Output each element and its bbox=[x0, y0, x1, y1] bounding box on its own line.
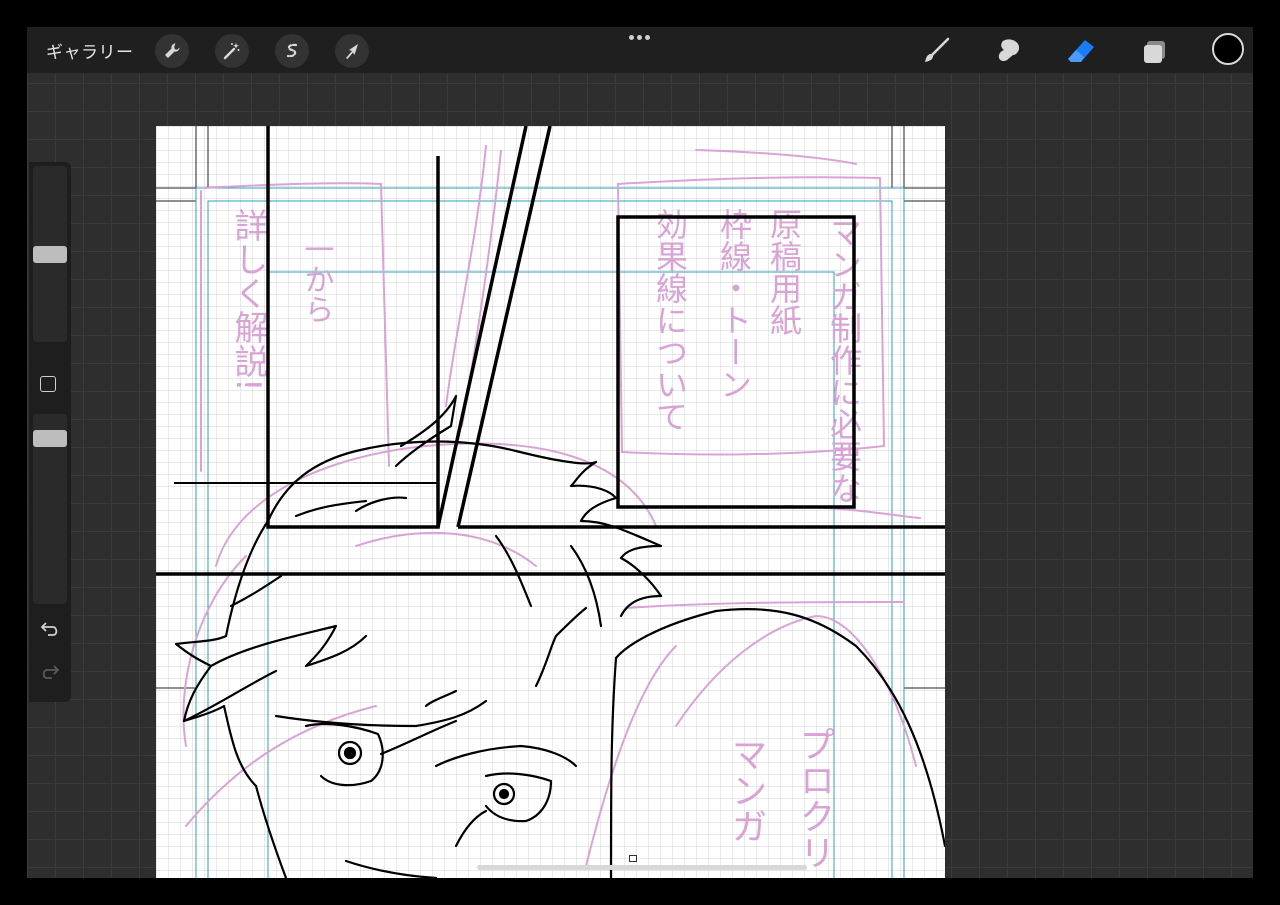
opacity-slider[interactable] bbox=[33, 414, 67, 604]
draft-text-manga: マンガ bbox=[726, 736, 767, 844]
redo-icon bbox=[42, 665, 60, 679]
drawing-canvas[interactable]: 一から 詳しく解説! マンガ制作に必要な 原稿用紙 枠線・トーン 効果線について… bbox=[156, 126, 945, 878]
wrench-icon bbox=[165, 43, 180, 58]
magic-wand-icon bbox=[223, 43, 240, 60]
square-icon[interactable] bbox=[40, 376, 56, 392]
draft-text-genkou: 原稿用紙 bbox=[765, 208, 803, 336]
artwork: 一から 詳しく解説! マンガ制作に必要な 原稿用紙 枠線・トーン 効果線について… bbox=[156, 126, 945, 878]
top-toolbar: ギャラリー bbox=[27, 27, 1253, 73]
selection-button[interactable] bbox=[275, 34, 309, 68]
undo-icon bbox=[40, 622, 58, 636]
layers-icon bbox=[1144, 41, 1165, 63]
draft-text-kaisetsu: 詳しく解説! bbox=[228, 208, 268, 392]
selection-s-icon bbox=[286, 43, 298, 58]
smudge-icon bbox=[998, 39, 1020, 62]
eraser-button[interactable] bbox=[1063, 33, 1099, 69]
draft-text-purokuri: プロクリ bbox=[794, 726, 835, 870]
redo-button[interactable] bbox=[39, 662, 61, 686]
layers-button[interactable] bbox=[1137, 33, 1173, 69]
transform-button[interactable] bbox=[335, 34, 369, 68]
draft-text-wakusen: 枠線・トーン bbox=[715, 208, 753, 400]
status-indicator bbox=[629, 855, 637, 862]
undo-button[interactable] bbox=[39, 619, 61, 643]
home-indicator-bar[interactable] bbox=[477, 865, 807, 870]
brush-button[interactable] bbox=[918, 33, 954, 69]
adjustments-button[interactable] bbox=[215, 34, 249, 68]
color-picker-button[interactable] bbox=[1212, 33, 1244, 65]
brush-size-thumb[interactable] bbox=[33, 246, 67, 263]
brush-size-slider[interactable] bbox=[33, 166, 67, 342]
arrow-cursor-icon bbox=[346, 44, 358, 59]
brush-icon bbox=[925, 37, 950, 62]
actions-button[interactable] bbox=[155, 34, 189, 68]
eraser-icon bbox=[1068, 40, 1094, 62]
draft-text-manga-seisaku: マンガ制作に必要な bbox=[825, 216, 863, 504]
opacity-thumb[interactable] bbox=[33, 430, 67, 447]
more-dots-icon[interactable] bbox=[629, 35, 651, 43]
draft-text-kouka: 効果線について bbox=[651, 208, 689, 432]
procreate-app: ギャラリー 一から 詳しく解説! マンガ制作に必要な 原稿用紙 枠線・トーン 効… bbox=[27, 27, 1253, 878]
left-sidebar bbox=[29, 162, 71, 702]
smudge-button[interactable] bbox=[991, 33, 1027, 69]
gallery-button[interactable]: ギャラリー bbox=[46, 38, 134, 63]
draft-text-ichikara: 一から bbox=[299, 234, 334, 324]
